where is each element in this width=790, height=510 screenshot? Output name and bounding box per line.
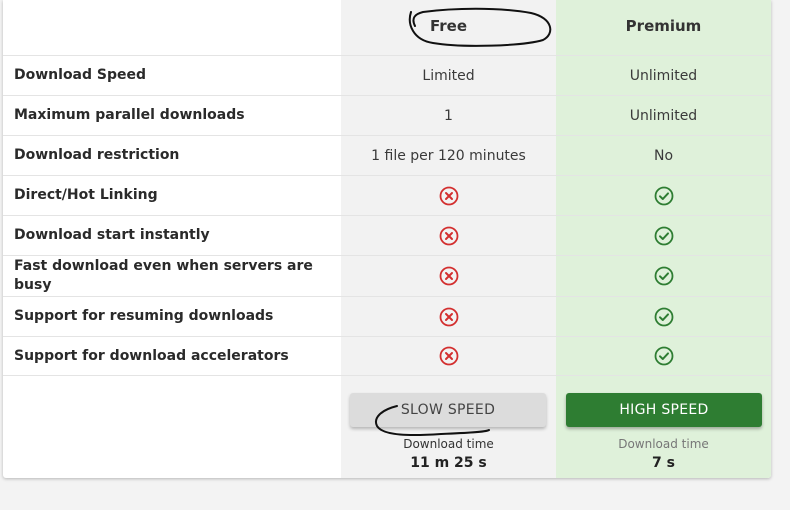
x-circle-icon	[341, 337, 556, 375]
free-plan-title: Free	[429, 17, 468, 35]
feature-label: Download restriction	[14, 147, 180, 163]
free-value: 1 file per 120 minutes	[371, 147, 526, 164]
plan-header-row: Free Premium	[3, 0, 771, 55]
feature-label: Direct/Hot Linking	[14, 187, 158, 203]
plan-comparison-card: Free Premium Download Speed Limited Unli…	[3, 0, 771, 478]
premium-download-time-value: 7 s	[652, 455, 675, 471]
download-footer: SLOW SPEED HIGH SPEED Download time Down…	[3, 377, 771, 478]
free-download-time-value: 11 m 25 s	[410, 455, 487, 471]
free-value: Limited	[422, 67, 475, 84]
premium-download-time-label: Download time	[618, 437, 709, 451]
free-download-time-label: Download time	[403, 437, 494, 451]
x-circle-icon	[341, 176, 556, 215]
premium-value: Unlimited	[629, 67, 698, 84]
table-row: Support for resuming downloads	[3, 296, 771, 336]
table-row: Direct/Hot Linking	[3, 175, 771, 215]
table-row: Support for download accelerators	[3, 336, 771, 376]
premium-plan-title: Premium	[625, 17, 702, 35]
feature-label: Download Speed	[14, 67, 147, 83]
check-circle-icon	[556, 337, 771, 375]
feature-table: Download Speed Limited Unlimited Maximum…	[3, 55, 771, 376]
x-circle-icon	[341, 297, 556, 336]
check-circle-icon	[556, 216, 771, 255]
check-circle-icon	[556, 297, 771, 336]
table-row: Download start instantly	[3, 215, 771, 255]
premium-value: No	[653, 147, 674, 164]
table-row: Download Speed Limited Unlimited	[3, 55, 771, 95]
check-circle-icon	[556, 256, 771, 296]
slow-speed-button[interactable]: SLOW SPEED	[350, 393, 546, 427]
feature-label: Fast download even when servers are busy	[14, 258, 313, 293]
premium-value: Unlimited	[629, 107, 698, 124]
x-circle-icon	[341, 256, 556, 296]
check-circle-icon	[556, 176, 771, 215]
table-row: Maximum parallel downloads 1 Unlimited	[3, 95, 771, 135]
feature-label: Download start instantly	[14, 227, 210, 243]
free-value: 1	[444, 107, 453, 124]
x-circle-icon	[341, 216, 556, 255]
feature-label: Support for download accelerators	[14, 347, 289, 364]
table-row: Fast download even when servers are busy	[3, 255, 771, 296]
feature-label: Support for resuming downloads	[14, 308, 274, 324]
high-speed-button[interactable]: HIGH SPEED	[566, 393, 762, 427]
feature-label: Maximum parallel downloads	[14, 107, 245, 123]
table-row: Download restriction 1 file per 120 minu…	[3, 135, 771, 175]
